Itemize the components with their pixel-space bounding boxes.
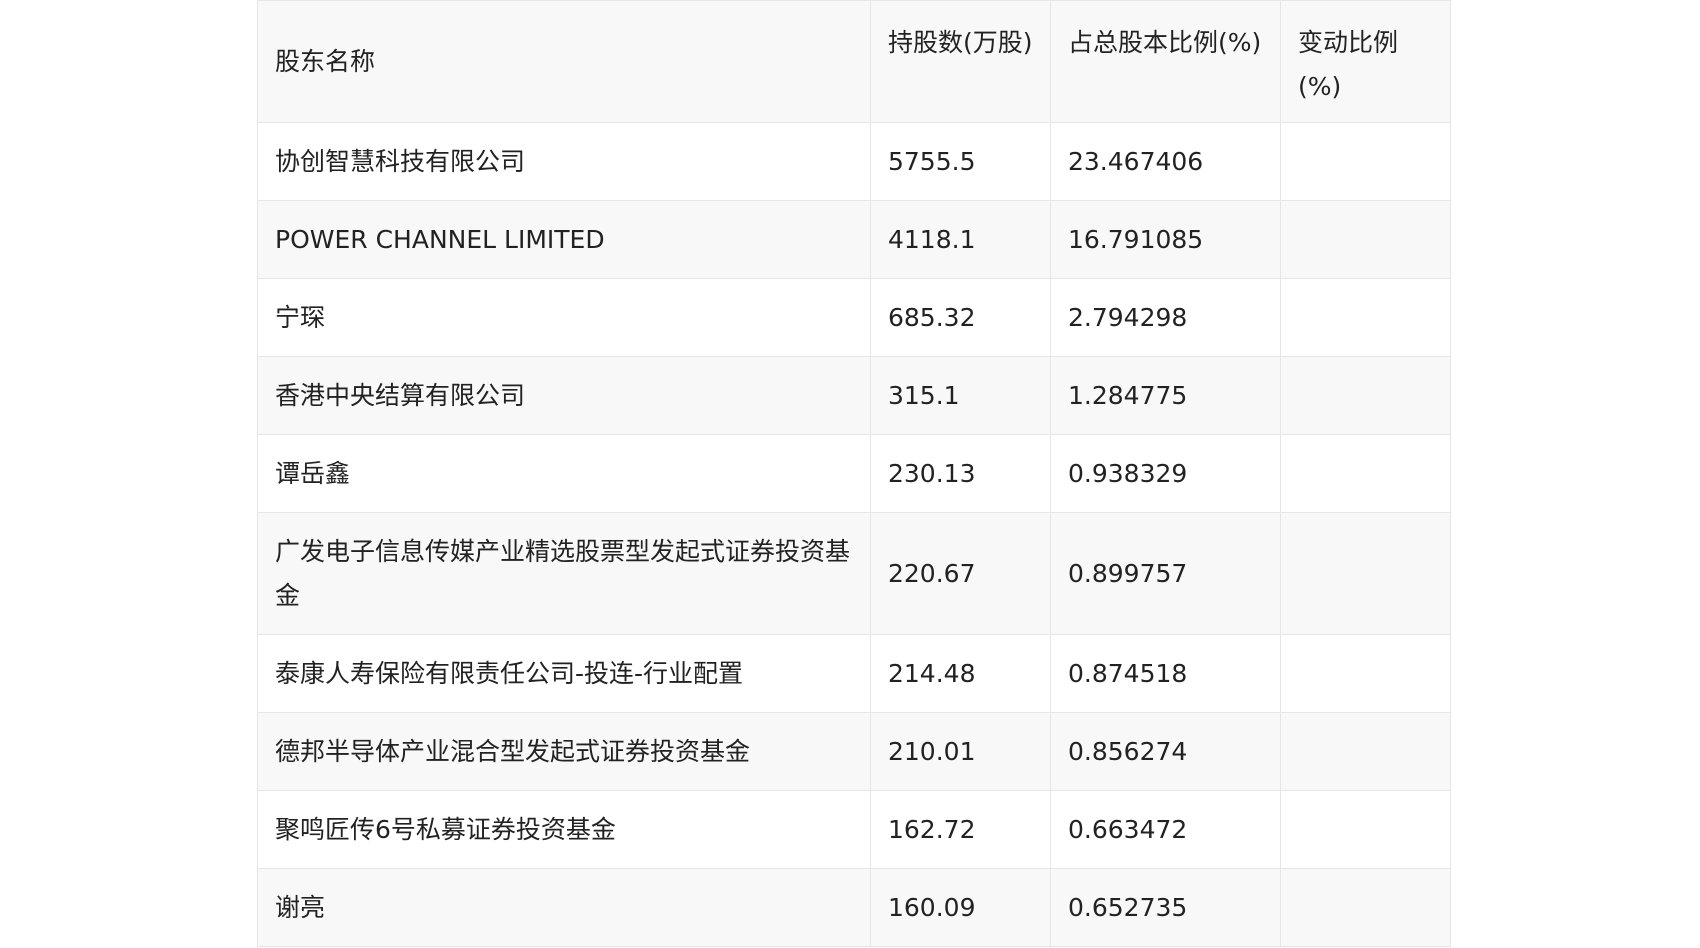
header-share-ratio: 占总股本比例(%) (1050, 0, 1281, 123)
cell-share-ratio: 1.284775 (1050, 356, 1281, 435)
table-row: 谭岳鑫 230.13 0.938329 (257, 434, 1451, 513)
cell-share-ratio: 0.652735 (1050, 868, 1281, 947)
cell-change-ratio (1280, 122, 1451, 201)
shareholder-table: 股东名称 持股数(万股) 占总股本比例(%) 变动比例(%) 协创智慧科技有限公… (257, 0, 1451, 947)
cell-change-ratio (1280, 868, 1451, 947)
cell-shares-held: 160.09 (870, 868, 1051, 947)
cell-shareholder-name: 广发电子信息传媒产业精选股票型发起式证券投资基金 (257, 512, 871, 635)
table-row: 德邦半导体产业混合型发起式证券投资基金 210.01 0.856274 (257, 712, 1451, 791)
cell-shareholder-name: 聚鸣匠传6号私募证券投资基金 (257, 790, 871, 869)
header-shareholder-name: 股东名称 (257, 0, 871, 123)
cell-shareholder-name: 谭岳鑫 (257, 434, 871, 513)
cell-shareholder-name: 德邦半导体产业混合型发起式证券投资基金 (257, 712, 871, 791)
cell-change-ratio (1280, 356, 1451, 435)
cell-shares-held: 4118.1 (870, 200, 1051, 279)
table-row: 广发电子信息传媒产业精选股票型发起式证券投资基金 220.67 0.899757 (257, 512, 1451, 635)
cell-share-ratio: 2.794298 (1050, 278, 1281, 357)
cell-change-ratio (1280, 200, 1451, 279)
table-row: 泰康人寿保险有限责任公司-投连-行业配置 214.48 0.874518 (257, 634, 1451, 713)
cell-shares-held: 230.13 (870, 434, 1051, 513)
cell-change-ratio (1280, 278, 1451, 357)
cell-shareholder-name: POWER CHANNEL LIMITED (257, 200, 871, 279)
cell-shares-held: 5755.5 (870, 122, 1051, 201)
table-row: 香港中央结算有限公司 315.1 1.284775 (257, 356, 1451, 435)
cell-change-ratio (1280, 790, 1451, 869)
cell-share-ratio: 0.856274 (1050, 712, 1281, 791)
cell-shares-held: 220.67 (870, 512, 1051, 635)
cell-change-ratio (1280, 634, 1451, 713)
cell-share-ratio: 0.874518 (1050, 634, 1281, 713)
header-change-ratio: 变动比例(%) (1280, 0, 1451, 123)
cell-shareholder-name: 宁琛 (257, 278, 871, 357)
table-header-row: 股东名称 持股数(万股) 占总股本比例(%) 变动比例(%) (257, 0, 1451, 123)
table-row: 聚鸣匠传6号私募证券投资基金 162.72 0.663472 (257, 790, 1451, 869)
cell-shareholder-name: 协创智慧科技有限公司 (257, 122, 871, 201)
table-row: 谢亮 160.09 0.652735 (257, 868, 1451, 947)
cell-change-ratio (1280, 434, 1451, 513)
table-row: 协创智慧科技有限公司 5755.5 23.467406 (257, 122, 1451, 201)
cell-change-ratio (1280, 712, 1451, 791)
cell-shares-held: 685.32 (870, 278, 1051, 357)
cell-share-ratio: 0.663472 (1050, 790, 1281, 869)
cell-share-ratio: 0.938329 (1050, 434, 1281, 513)
cell-share-ratio: 23.467406 (1050, 122, 1281, 201)
cell-shareholder-name: 香港中央结算有限公司 (257, 356, 871, 435)
cell-shares-held: 214.48 (870, 634, 1051, 713)
cell-shares-held: 162.72 (870, 790, 1051, 869)
shareholder-table-container: 股东名称 持股数(万股) 占总股本比例(%) 变动比例(%) 协创智慧科技有限公… (257, 0, 1451, 947)
table-row: POWER CHANNEL LIMITED 4118.1 16.791085 (257, 200, 1451, 279)
cell-shareholder-name: 谢亮 (257, 868, 871, 947)
cell-change-ratio (1280, 512, 1451, 635)
table-row: 宁琛 685.32 2.794298 (257, 278, 1451, 357)
cell-shareholder-name: 泰康人寿保险有限责任公司-投连-行业配置 (257, 634, 871, 713)
cell-share-ratio: 0.899757 (1050, 512, 1281, 635)
cell-shares-held: 210.01 (870, 712, 1051, 791)
cell-shares-held: 315.1 (870, 356, 1051, 435)
cell-share-ratio: 16.791085 (1050, 200, 1281, 279)
header-shares-held: 持股数(万股) (870, 0, 1051, 123)
